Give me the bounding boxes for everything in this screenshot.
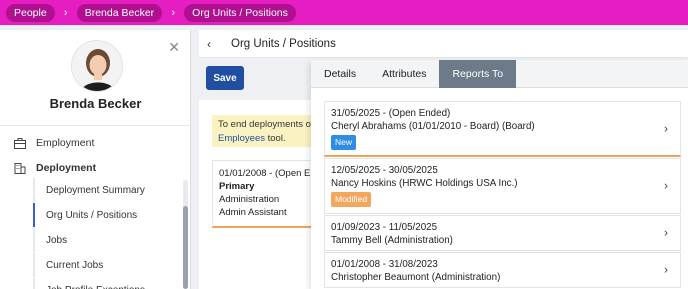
scrollbar-thumb[interactable]	[183, 206, 188, 289]
list-item[interactable]: 12/05/2025 - 30/05/2025 Nancy Hoskins (H…	[324, 158, 681, 214]
item-person: Tammy Bell (Administration)	[331, 235, 453, 246]
item-date: 12/05/2025 - 30/05/2025	[331, 165, 438, 176]
reports-to-list: 31/05/2025 - (Open Ended) Cheryl Abraham…	[324, 101, 681, 288]
sidebar: ✕ Brenda Becker Employment Deployment De…	[0, 30, 191, 289]
profile-name: Brenda Becker	[49, 96, 142, 111]
chevron-right-icon: ›	[171, 6, 175, 19]
item-date: 31/05/2025 - (Open Ended)	[331, 108, 451, 119]
sidebar-item-label: Employment	[36, 137, 95, 149]
main-header: ‹ Org Units / Positions	[199, 30, 688, 58]
sidebar-subitem-deployment-summary[interactable]: Deployment Summary	[33, 178, 173, 202]
sidebar-subitem-current-jobs[interactable]: Current Jobs	[33, 253, 173, 277]
close-icon[interactable]: ✕	[168, 39, 180, 56]
sidebar-item-employment[interactable]: Employment	[14, 137, 94, 149]
breadcrumb-employee[interactable]: Brenda Becker	[76, 3, 163, 22]
tab-details[interactable]: Details	[311, 60, 369, 88]
deployment-position: Admin Assistant	[219, 207, 287, 218]
deployment-card[interactable]: 01/01/2008 - (Open Ended) Primary Admini…	[212, 160, 320, 228]
divider	[0, 125, 190, 126]
list-item[interactable]: 01/01/2008 - 31/08/2023 Christopher Beau…	[324, 252, 681, 288]
chevron-right-icon: ›	[63, 6, 68, 19]
notice-text-rest: tool.	[265, 133, 286, 144]
info-notice: To end deployments or m Employees tool.	[212, 115, 320, 147]
chevron-right-icon[interactable]: ›	[664, 122, 668, 135]
item-date: 01/09/2023 - 11/05/2025	[331, 222, 438, 233]
building-icon	[14, 162, 26, 174]
tab-attributes[interactable]: Attributes	[369, 60, 439, 88]
panel-tabs: Details Attributes Reports To	[311, 60, 688, 88]
deployment-org: Administration	[219, 194, 280, 205]
sidebar-subitem-jobs[interactable]: Jobs	[33, 228, 173, 252]
back-arrow-icon[interactable]: ‹	[207, 37, 221, 51]
deployment-primary: Primary	[219, 181, 255, 192]
deployment-date: 01/01/2008 - (Open Ended)	[219, 168, 319, 179]
notice-text: To end deployments or m	[218, 119, 320, 130]
sidebar-subitem-org-units-positions[interactable]: Org Units / Positions	[33, 203, 173, 227]
notice-line-2: Employees tool.	[218, 132, 314, 146]
item-person: Christopher Beaumont (Administration)	[331, 272, 501, 283]
avatar	[71, 40, 123, 92]
status-badge: New	[331, 135, 357, 150]
item-person: Cheryl Abrahams (01/01/2010 - Board) (Bo…	[331, 121, 535, 132]
chevron-right-icon[interactable]: ›	[664, 226, 668, 240]
list-item[interactable]: 31/05/2025 - (Open Ended) Cheryl Abraham…	[324, 101, 681, 157]
sidebar-item-label: Deployment	[36, 162, 97, 174]
breadcrumb-people[interactable]: People	[6, 3, 55, 22]
save-button[interactable]: Save	[206, 66, 244, 90]
employees-tool-link[interactable]: Employees	[218, 133, 265, 144]
page-title: Org Units / Positions	[231, 37, 336, 50]
breadcrumb-current[interactable]: Org Units / Positions	[184, 3, 296, 22]
briefcase-icon	[14, 137, 26, 149]
reports-to-panel: Details Attributes Reports To 31/05/2025…	[311, 60, 688, 289]
breadcrumb-bar: People › Brenda Becker › Org Units / Pos…	[0, 0, 688, 25]
item-person: Nancy Hoskins (HRWC Holdings USA Inc.)	[331, 178, 518, 189]
tab-reports-to[interactable]: Reports To	[439, 60, 517, 88]
chevron-right-icon[interactable]: ›	[664, 179, 668, 193]
sidebar-item-deployment[interactable]: Deployment	[14, 162, 96, 174]
sidebar-subitem-job-profile-exceptions[interactable]: Job Profile Exceptions	[33, 278, 173, 289]
list-item[interactable]: 01/09/2023 - 11/05/2025 Tammy Bell (Admi…	[324, 215, 681, 251]
chevron-right-icon[interactable]: ›	[664, 263, 668, 277]
item-date: 01/01/2008 - 31/08/2023	[331, 259, 438, 270]
status-badge: Modified	[331, 192, 372, 207]
